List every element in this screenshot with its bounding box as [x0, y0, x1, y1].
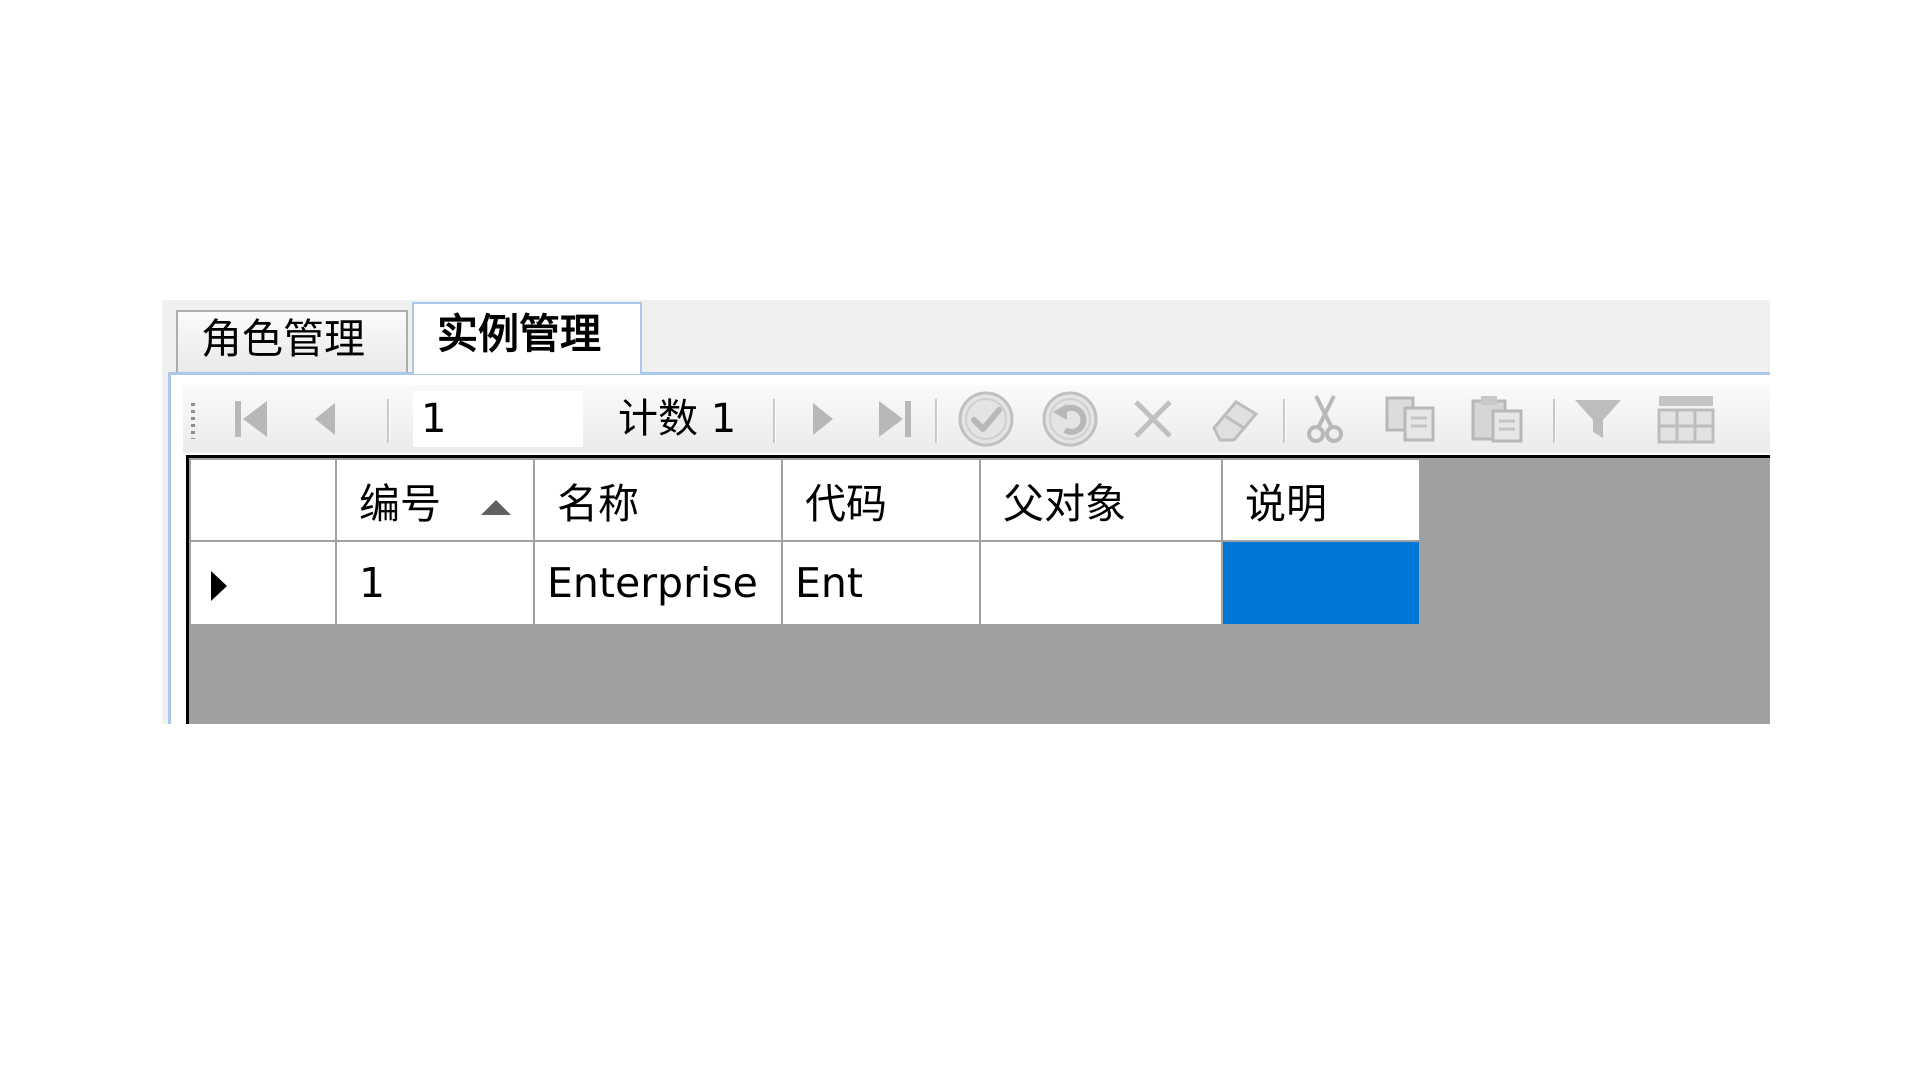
cell-parent[interactable]	[979, 540, 1223, 626]
column-label: 名称	[557, 480, 639, 528]
cut-icon	[1307, 395, 1343, 443]
last-record-button[interactable]	[865, 385, 925, 453]
column-header-parent[interactable]: 父对象	[979, 458, 1223, 542]
tab-instance-management[interactable]: 实例管理	[412, 302, 642, 374]
toolbar-separator	[773, 399, 776, 443]
copy-icon	[1385, 396, 1435, 442]
eraser-icon	[1212, 400, 1259, 442]
delete-icon	[1134, 400, 1172, 438]
first-record-icon	[235, 401, 267, 437]
last-record-icon	[879, 401, 911, 437]
next-record-icon	[813, 403, 833, 435]
cell-value: Ent	[795, 559, 863, 607]
sort-ascending-icon	[481, 499, 511, 515]
toolbar-separator	[935, 399, 938, 443]
tab-label: 实例管理	[437, 310, 601, 358]
record-position-value: 1	[421, 396, 447, 442]
data-navigator-toolbar: 1 计数 1	[183, 385, 1770, 453]
filter-icon	[1575, 400, 1621, 438]
cell-value: 1	[359, 559, 386, 607]
row-header[interactable]	[189, 540, 337, 626]
paste-button[interactable]	[1465, 385, 1531, 453]
column-header-description[interactable]: 说明	[1221, 458, 1421, 542]
previous-record-button[interactable]	[295, 385, 355, 453]
toolbar-separator	[1283, 399, 1286, 443]
column-label: 说明	[1245, 480, 1327, 528]
filter-button[interactable]	[1565, 385, 1631, 453]
column-chooser-icon	[1657, 396, 1715, 444]
previous-record-icon	[315, 403, 335, 435]
cell-value: Enterprise	[547, 559, 758, 607]
cell-value	[982, 559, 1003, 607]
column-label: 编号	[359, 480, 441, 528]
tab-content-panel: 1 计数 1 编号 名称 代码 父对象 说明 1 Enterprise Ent	[168, 372, 1770, 724]
column-label: 代码	[805, 480, 887, 528]
tab-label: 角色管理	[201, 315, 365, 363]
column-chooser-button[interactable]	[1649, 385, 1723, 453]
end-edit-button[interactable]	[951, 385, 1021, 453]
window: 角色管理 实例管理 1 计数 1 编号 名称 代码 父对象 说明 1 Enter…	[162, 300, 1770, 724]
cancel-edit-button[interactable]	[1035, 385, 1105, 453]
delete-button[interactable]	[1123, 385, 1183, 453]
copy-button[interactable]	[1379, 385, 1443, 453]
data-grid[interactable]: 编号 名称 代码 父对象 说明 1 Enterprise Ent	[186, 455, 1770, 724]
end-edit-icon	[958, 391, 1014, 447]
row-header-corner[interactable]	[189, 458, 337, 542]
column-header-name[interactable]: 名称	[533, 458, 783, 542]
cell-description-selected[interactable]	[1221, 540, 1421, 626]
cell-code[interactable]: Ent	[781, 540, 981, 626]
clear-button[interactable]	[1203, 385, 1267, 453]
record-position-input[interactable]: 1	[413, 391, 583, 447]
table-row[interactable]: 1 Enterprise Ent	[189, 540, 1421, 626]
record-count-label: 计数 1	[618, 396, 737, 442]
toolbar-separator	[387, 399, 390, 443]
column-header-code[interactable]: 代码	[781, 458, 981, 542]
cancel-edit-icon	[1042, 391, 1098, 447]
data-table: 编号 名称 代码 父对象 说明 1 Enterprise Ent	[189, 458, 1421, 626]
column-label: 父对象	[1003, 480, 1126, 528]
tab-role-management[interactable]: 角色管理	[176, 310, 408, 372]
next-record-button[interactable]	[793, 385, 853, 453]
cell-value	[1224, 559, 1245, 607]
column-header-id[interactable]: 编号	[335, 458, 535, 542]
current-row-indicator-icon	[211, 571, 227, 601]
paste-icon	[1471, 396, 1523, 443]
toolbar-grip[interactable]	[191, 403, 195, 439]
cell-name[interactable]: Enterprise	[533, 540, 783, 626]
cut-button[interactable]	[1295, 385, 1355, 453]
header-row: 编号 名称 代码 父对象 说明	[189, 458, 1421, 542]
toolbar-separator	[1553, 399, 1556, 443]
first-record-button[interactable]	[221, 385, 281, 453]
cell-id[interactable]: 1	[335, 540, 535, 626]
